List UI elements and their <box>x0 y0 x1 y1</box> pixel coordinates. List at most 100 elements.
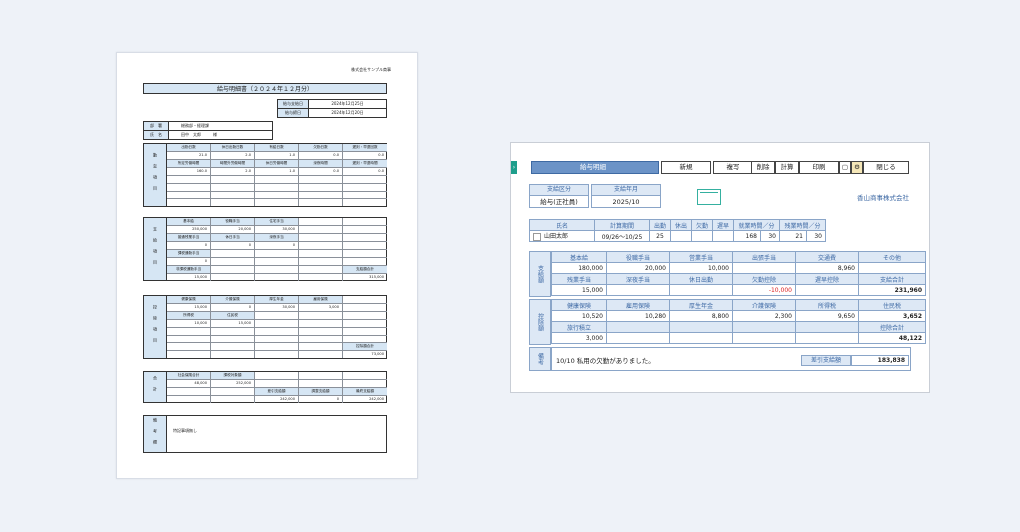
payment-cell: 0 <box>211 242 255 249</box>
totals-cell: 最終支給額 <box>343 388 387 395</box>
deduction-cell <box>255 343 299 350</box>
deduction-row: 15,000 0 30,000 3,000 <box>167 304 387 312</box>
attendance-cell <box>211 176 255 183</box>
attendance-cell: 1.0 <box>255 152 299 159</box>
paper-employee-info: 部 署 総務部・経理課 氏 名 田中 太郎 様 <box>143 121 273 140</box>
deduction-cell <box>167 328 211 335</box>
attendance-cell <box>343 192 387 199</box>
ded-value[interactable]: 48,122 <box>858 332 926 344</box>
late-count[interactable] <box>712 230 734 242</box>
work-days[interactable]: 25 <box>649 230 671 242</box>
payment-cell: 課税通勤手当 <box>167 250 211 257</box>
attendance-cell <box>299 191 343 199</box>
pay-value[interactable]: 20,000 <box>606 262 670 274</box>
pay-header: 遅早控除 <box>795 273 859 285</box>
attendance-section: 勤怠項目 出勤日数 休日出勤日数 有給日数 欠勤日数 遅刻・早退回数 21.0 2.0 1.0… <box>143 143 387 207</box>
employee-name: 山田太郎 <box>544 233 569 241</box>
attendance-cell: 深夜時間 <box>299 160 343 167</box>
pay-value[interactable] <box>732 262 796 274</box>
pay-header: 欠勤控除 <box>732 273 796 285</box>
select-checkbox[interactable] <box>533 232 541 241</box>
ded-value[interactable]: 8,800 <box>669 310 733 322</box>
totals-cell <box>255 380 299 387</box>
work-hours[interactable]: 168 <box>733 230 761 242</box>
deduction-section: 控除項目 健康保険 介護保険 厚生年金 雇用保険 15,000 0 30,000 3,000 所… <box>143 295 387 359</box>
ded-header <box>732 321 796 333</box>
deduction-cell <box>211 335 255 342</box>
expand-arrow-icon[interactable]: › <box>511 161 517 174</box>
pay-value[interactable]: 15,000 <box>551 284 607 296</box>
pay-value[interactable]: 10,000 <box>669 262 733 274</box>
copy-button[interactable]: 複写 <box>713 161 753 174</box>
pdf-icon[interactable]: ▢ <box>839 161 851 174</box>
ded-value[interactable] <box>669 332 733 344</box>
pay-value[interactable]: 231,960 <box>858 284 926 296</box>
settings-icon[interactable]: ⚙ <box>851 161 863 174</box>
documents-icon[interactable] <box>697 189 721 205</box>
deduction-cell: 30,000 <box>255 304 299 311</box>
attendance-row <box>167 176 387 184</box>
totals-row: 社会保険合計 課税対象額 <box>167 372 387 380</box>
ded-value[interactable]: 10,520 <box>551 310 607 322</box>
attendance-cell: 2.0 <box>211 152 255 159</box>
deduction-cell <box>255 335 299 342</box>
attendance-row: 出勤日数 休日出勤日数 有給日数 欠勤日数 遅刻・早退回数 <box>167 144 387 152</box>
pay-value[interactable]: 8,960 <box>795 262 859 274</box>
deduction-cell: 雇用保険 <box>299 296 343 303</box>
notes-side-label: 備考欄 <box>144 416 167 452</box>
deduction-cell <box>343 304 387 311</box>
attendance-cell: 所定労働時間 <box>167 160 211 167</box>
payment-cell <box>343 258 387 265</box>
print-button[interactable]: 印刷 <box>799 161 839 174</box>
deduction-cell <box>211 328 255 335</box>
absent-days[interactable] <box>691 230 713 242</box>
pay-value[interactable] <box>858 262 926 274</box>
ded-header: 健康保険 <box>551 299 607 311</box>
ot-minutes[interactable]: 30 <box>806 230 826 242</box>
deduction-row: 73,000 <box>167 351 387 358</box>
deduction-cell: 健康保険 <box>167 296 211 303</box>
ded-value[interactable]: 10,280 <box>606 310 670 322</box>
payment-cell <box>343 242 387 249</box>
totals-cell: 調整支給額 <box>299 388 343 395</box>
attendance-cell: 出勤日数 <box>167 144 211 151</box>
ded-value[interactable]: 2,300 <box>732 310 796 322</box>
pay-value[interactable] <box>669 284 733 296</box>
payment-cell: 15,000 <box>167 274 211 281</box>
deduction-cell <box>211 351 255 358</box>
deduction-cell <box>167 335 211 342</box>
ded-value[interactable] <box>606 332 670 344</box>
new-button[interactable]: 新規 <box>661 161 711 174</box>
attendance-cell: 欠勤日数 <box>299 144 343 151</box>
ot-hours[interactable]: 21 <box>779 230 807 242</box>
ded-value[interactable] <box>732 332 796 344</box>
ded-value[interactable]: 3,000 <box>551 332 607 344</box>
paper-company: 株式会社サンプル商事 <box>351 67 391 72</box>
ded-header: 所得税 <box>795 299 859 311</box>
close-button[interactable]: 閉じる <box>863 161 909 174</box>
holiday-days[interactable] <box>670 230 692 242</box>
delete-button[interactable]: 削除 <box>751 161 775 174</box>
work-minutes[interactable]: 30 <box>760 230 780 242</box>
ded-value[interactable] <box>795 332 859 344</box>
pay-value[interactable] <box>606 284 670 296</box>
pay-value[interactable] <box>795 284 859 296</box>
pay-month-field[interactable]: 支給年月 2025/10 <box>591 184 661 208</box>
ded-header: 住民税 <box>858 299 926 311</box>
deduction-row <box>167 328 387 336</box>
employee-name-cell[interactable]: 山田太郎 <box>529 230 595 242</box>
attendance-cell: 2.0 <box>211 168 255 175</box>
pay-type-field[interactable]: 支給区分 給与(正社員) <box>529 184 589 208</box>
calc-period[interactable]: 09/26～10/25 <box>594 230 650 242</box>
attendance-cell <box>167 191 211 199</box>
ded-value[interactable]: 3,652 <box>858 310 926 322</box>
pay-value[interactable]: -10,000 <box>732 284 796 296</box>
pay-header: 出張手当 <box>732 251 796 263</box>
totals-row: 48,000 252,000 <box>167 380 387 388</box>
ded-header <box>795 321 859 333</box>
pay-value[interactable]: 180,000 <box>551 262 607 274</box>
deduction-cell: 介護保険 <box>211 296 255 303</box>
ded-value[interactable]: 9,650 <box>795 310 859 322</box>
deduction-cell <box>343 328 387 335</box>
calc-button[interactable]: 計算 <box>775 161 799 174</box>
